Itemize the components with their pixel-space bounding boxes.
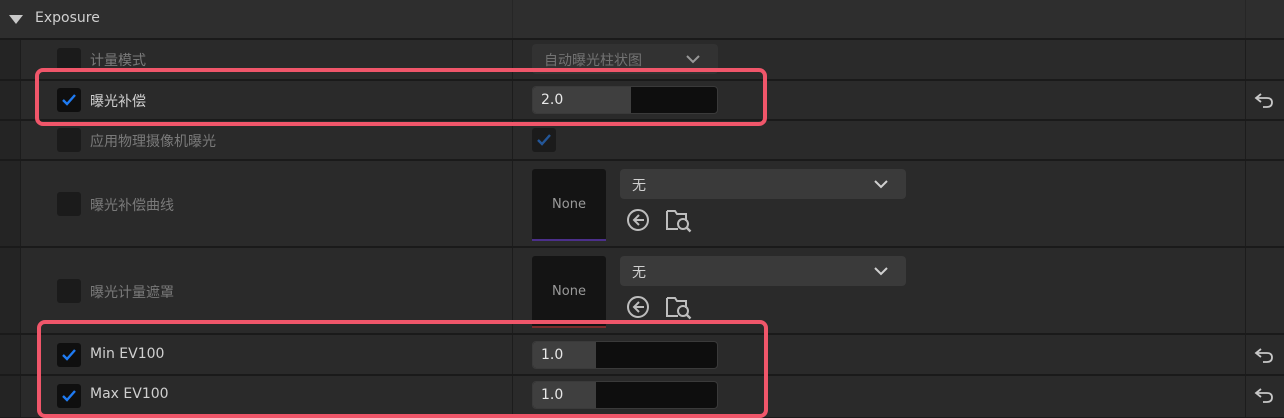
max-ev100-value: 1.0 [541, 387, 564, 403]
row-exposure-metering-mask: 曝光计量遮罩 None 无 [0, 248, 1284, 334]
asset-thumbnail[interactable]: None [532, 256, 606, 328]
metering-mode-value: 自动曝光柱状图 [544, 53, 642, 69]
metering-mode-override-checkbox[interactable] [57, 48, 81, 72]
exposure-metering-mask-label: 曝光计量遮罩 [90, 285, 174, 301]
apply-physical-camera-exposure-override-checkbox[interactable] [57, 128, 81, 152]
exposure-section-header[interactable]: Exposure [0, 0, 1284, 39]
checkmark-icon [62, 390, 76, 402]
section-title: Exposure [35, 10, 100, 26]
reset-column-divider [1245, 0, 1246, 38]
max-ev100-override-checkbox[interactable] [57, 384, 81, 408]
row-min-ev100: Min EV100 1.0 [0, 335, 1284, 375]
exposure-metering-mask-override-checkbox[interactable] [57, 279, 81, 303]
asset-thumbnail[interactable]: None [532, 169, 606, 241]
exposure-compensation-value: 2.0 [541, 92, 564, 108]
column-divider[interactable] [512, 0, 513, 38]
apply-physical-camera-exposure-value-checkbox[interactable] [532, 128, 556, 152]
apply-physical-camera-exposure-label: 应用物理摄像机曝光 [90, 134, 216, 150]
folder-search-icon[interactable] [666, 207, 692, 233]
min-ev100-value: 1.0 [541, 347, 564, 363]
row-apply-physical-camera-exposure: 应用物理摄像机曝光 [0, 121, 1284, 160]
curve-asset-dropdown[interactable]: 无 [620, 169, 906, 199]
arrow-left-circle-icon[interactable] [626, 208, 650, 232]
reset-arrow-icon[interactable] [1254, 387, 1274, 403]
exposure-compensation-curve-override-checkbox[interactable] [57, 192, 81, 216]
min-ev100-slider[interactable]: 1.0 [532, 341, 718, 369]
max-ev100-slider[interactable]: 1.0 [532, 381, 718, 409]
thumbnail-label: None [552, 284, 586, 299]
thumbnail-label: None [552, 197, 586, 212]
thumbnail-type-bar [532, 239, 606, 241]
exposure-compensation-label: 曝光补偿 [90, 94, 146, 110]
mask-asset-value: 无 [632, 265, 646, 281]
reset-arrow-icon[interactable] [1254, 92, 1274, 108]
triangle-down-icon[interactable] [9, 15, 23, 24]
metering-mode-dropdown[interactable]: 自动曝光柱状图 [532, 44, 718, 74]
metering-mode-label: 计量模式 [90, 53, 146, 69]
max-ev100-label: Max EV100 [90, 386, 169, 402]
thumbnail-type-bar [532, 326, 606, 328]
chevron-down-icon [874, 180, 888, 189]
checkmark-icon [537, 134, 551, 146]
min-ev100-override-checkbox[interactable] [57, 343, 81, 367]
folder-search-icon[interactable] [666, 294, 692, 320]
exposure-compensation-curve-label: 曝光补偿曲线 [90, 198, 174, 214]
arrow-left-circle-icon[interactable] [626, 295, 650, 319]
chevron-down-icon [686, 55, 700, 64]
row-exposure-compensation-curve: 曝光补偿曲线 None 无 [0, 161, 1284, 247]
exposure-compensation-slider[interactable]: 2.0 [532, 86, 718, 114]
row-exposure-compensation: 曝光补偿 2.0 [0, 81, 1284, 120]
exposure-compensation-override-checkbox[interactable] [57, 88, 81, 112]
row-metering-mode: 计量模式 自动曝光柱状图 [0, 40, 1284, 80]
min-ev100-label: Min EV100 [90, 346, 165, 362]
row-max-ev100: Max EV100 1.0 [0, 376, 1284, 418]
checkmark-icon [62, 94, 76, 106]
reset-arrow-icon[interactable] [1254, 347, 1274, 363]
mask-asset-dropdown[interactable]: 无 [620, 256, 906, 286]
checkmark-icon [62, 349, 76, 361]
chevron-down-icon [874, 267, 888, 276]
curve-asset-value: 无 [632, 178, 646, 194]
